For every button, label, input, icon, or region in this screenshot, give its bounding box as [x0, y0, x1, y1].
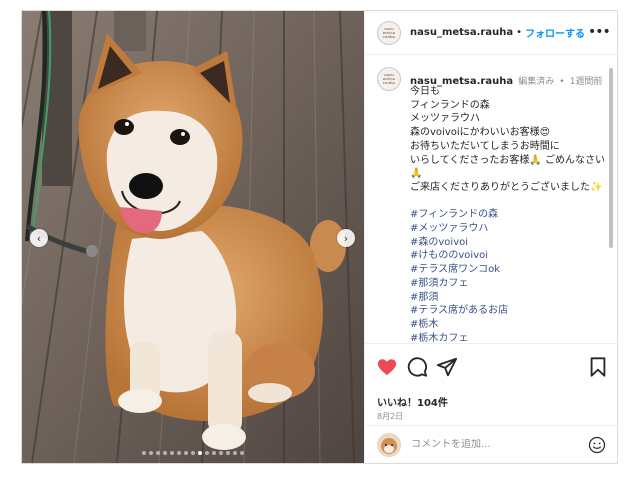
post-actions: いいね！104件 8月2日	[365, 343, 617, 423]
hashtag-link[interactable]: #栃木	[410, 318, 610, 332]
hashtag-link[interactable]: #栃木カフェ	[410, 332, 610, 342]
viewer-avatar	[377, 432, 401, 457]
comment-input[interactable]	[411, 439, 581, 450]
comment-icon[interactable]	[406, 356, 428, 378]
hashtag-link[interactable]: #那須	[410, 291, 610, 305]
carousel-dot[interactable]	[184, 451, 188, 455]
hashtag-link[interactable]: #けもののvoivoi	[410, 249, 610, 263]
hashtag-link[interactable]: #森のvoivoi	[410, 236, 610, 250]
carousel-dot[interactable]	[240, 451, 244, 455]
carousel-dot[interactable]	[198, 451, 202, 455]
bookmark-icon[interactable]	[587, 356, 609, 378]
avatar-logo-text: nasu metsa rauha	[382, 25, 396, 39]
shiba-inu-photo	[22, 11, 364, 463]
caption-author-avatar[interactable]: nasu metsa rauha	[377, 67, 401, 91]
hashtag-link[interactable]: #テラス席ワンコok	[410, 263, 610, 277]
hashtag-link[interactable]: #メッツァラウハ	[410, 222, 610, 236]
caption-line: 森のvoivoiにかわいいお客様😍	[410, 127, 551, 139]
heart-icon[interactable]	[376, 356, 398, 378]
carousel-dot[interactable]	[191, 451, 195, 455]
carousel-dot[interactable]	[233, 451, 237, 455]
avatar-logo-text: nasu metsa rauha	[382, 72, 396, 85]
hashtag-link[interactable]: #テラス席があるお店	[410, 304, 610, 318]
carousel-dot[interactable]	[177, 451, 181, 455]
scrollbar-thumb[interactable]	[609, 68, 613, 248]
carousel-dot[interactable]	[163, 451, 167, 455]
carousel-next-button[interactable]: ›	[337, 229, 355, 247]
caption-line: メッツァラウハ	[410, 113, 480, 125]
comment-bar	[365, 425, 617, 463]
caption-line: フィンランドの森	[410, 99, 490, 111]
post-sidebar: nasu metsa rauha nasu_metsa.rauha • フォロー…	[364, 11, 617, 463]
carousel-dot[interactable]	[212, 451, 216, 455]
more-options-icon[interactable]: •••	[588, 24, 611, 42]
caption-line	[410, 195, 610, 209]
post-date: 8月2日	[377, 412, 404, 421]
likes-count[interactable]: いいね！104件	[377, 394, 448, 409]
carousel-dots	[22, 451, 364, 455]
carousel-dot[interactable]	[142, 451, 146, 455]
follow-button[interactable]: フォローする	[525, 25, 585, 40]
caption-area[interactable]: nasu metsa rauha nasu_metsa.rauha 編集済み •…	[365, 56, 617, 342]
carousel-prev-button[interactable]: ‹	[30, 229, 48, 247]
hashtag-link[interactable]: #フィンランドの森	[410, 208, 610, 222]
smiley-icon[interactable]	[588, 436, 606, 454]
caption-line: 今日も	[410, 86, 440, 97]
carousel-dot[interactable]	[219, 451, 223, 455]
carousel-dot[interactable]	[156, 451, 160, 455]
carousel-dot[interactable]	[149, 451, 153, 455]
caption-scrollbar[interactable]	[608, 56, 614, 342]
post-photo[interactable]: ‹ ›	[22, 11, 364, 463]
header-separator: •	[516, 27, 522, 38]
share-icon[interactable]	[436, 356, 458, 378]
carousel-dot[interactable]	[226, 451, 230, 455]
instagram-post-frame: ‹ › nasu metsa rauha nasu_metsa.rauha • …	[21, 10, 618, 464]
caption-line: いらしてくださったお客様🙏 ごめんなさい🙏	[410, 154, 606, 180]
caption-line: お待ちいただいてしまうお時間に	[410, 140, 560, 152]
hashtag-link[interactable]: #那須カフェ	[410, 277, 610, 291]
caption-text: 今日もフィンランドの森 メッツァラウハ森のvoivoiにかわいいお客様😍 お待ちいた…	[410, 85, 610, 342]
author-username[interactable]: nasu_metsa.rauha	[410, 27, 513, 38]
carousel-dot[interactable]	[170, 451, 174, 455]
post-header: nasu metsa rauha nasu_metsa.rauha • フォロー…	[365, 11, 617, 55]
author-avatar[interactable]: nasu metsa rauha	[377, 20, 401, 45]
caption-line: ご来店くださりありがとうございました✨	[410, 181, 603, 193]
carousel-dot[interactable]	[205, 451, 209, 455]
